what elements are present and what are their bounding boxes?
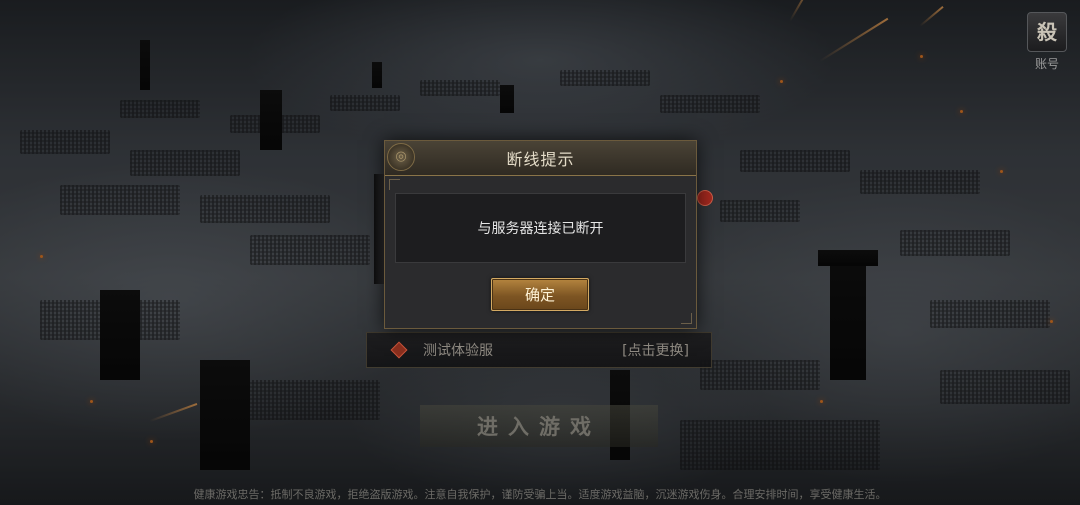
account-label: 账号 <box>1034 57 1059 71</box>
corner-ornament <box>681 313 692 324</box>
confirm-button[interactable]: 确定 <box>491 278 589 311</box>
server-status-icon <box>390 341 408 359</box>
server-name: 测试体验服 <box>423 343 493 359</box>
emblem-icon: ◎ <box>387 143 415 171</box>
dialog-side-ornament <box>374 174 384 284</box>
health-notice: 健康游戏忠告：抵制不良游戏，拒绝盗版游戏。注意自我保护，谨防受骗上当。适度游戏益… <box>193 488 887 501</box>
dialog-message: 与服务器连接已断开 <box>477 221 604 237</box>
change-server-link[interactable]: [点击更换] <box>622 340 689 360</box>
seal-icon <box>697 190 713 206</box>
dialog-message-box: 与服务器连接已断开 <box>395 193 686 263</box>
corner-ornament <box>389 179 400 190</box>
account-icon: 殺 <box>1027 12 1067 52</box>
disconnect-dialog: ◎ 断线提示 与服务器连接已断开 确定 <box>384 140 697 329</box>
server-select-row[interactable]: 测试体验服 [点击更换] <box>366 332 712 368</box>
account-button[interactable]: 殺 账号 <box>1026 12 1068 72</box>
enter-game-button[interactable]: 进入游戏 <box>420 405 658 447</box>
dialog-titlebar: ◎ 断线提示 <box>385 141 696 176</box>
dialog-title: 断线提示 <box>506 150 575 169</box>
